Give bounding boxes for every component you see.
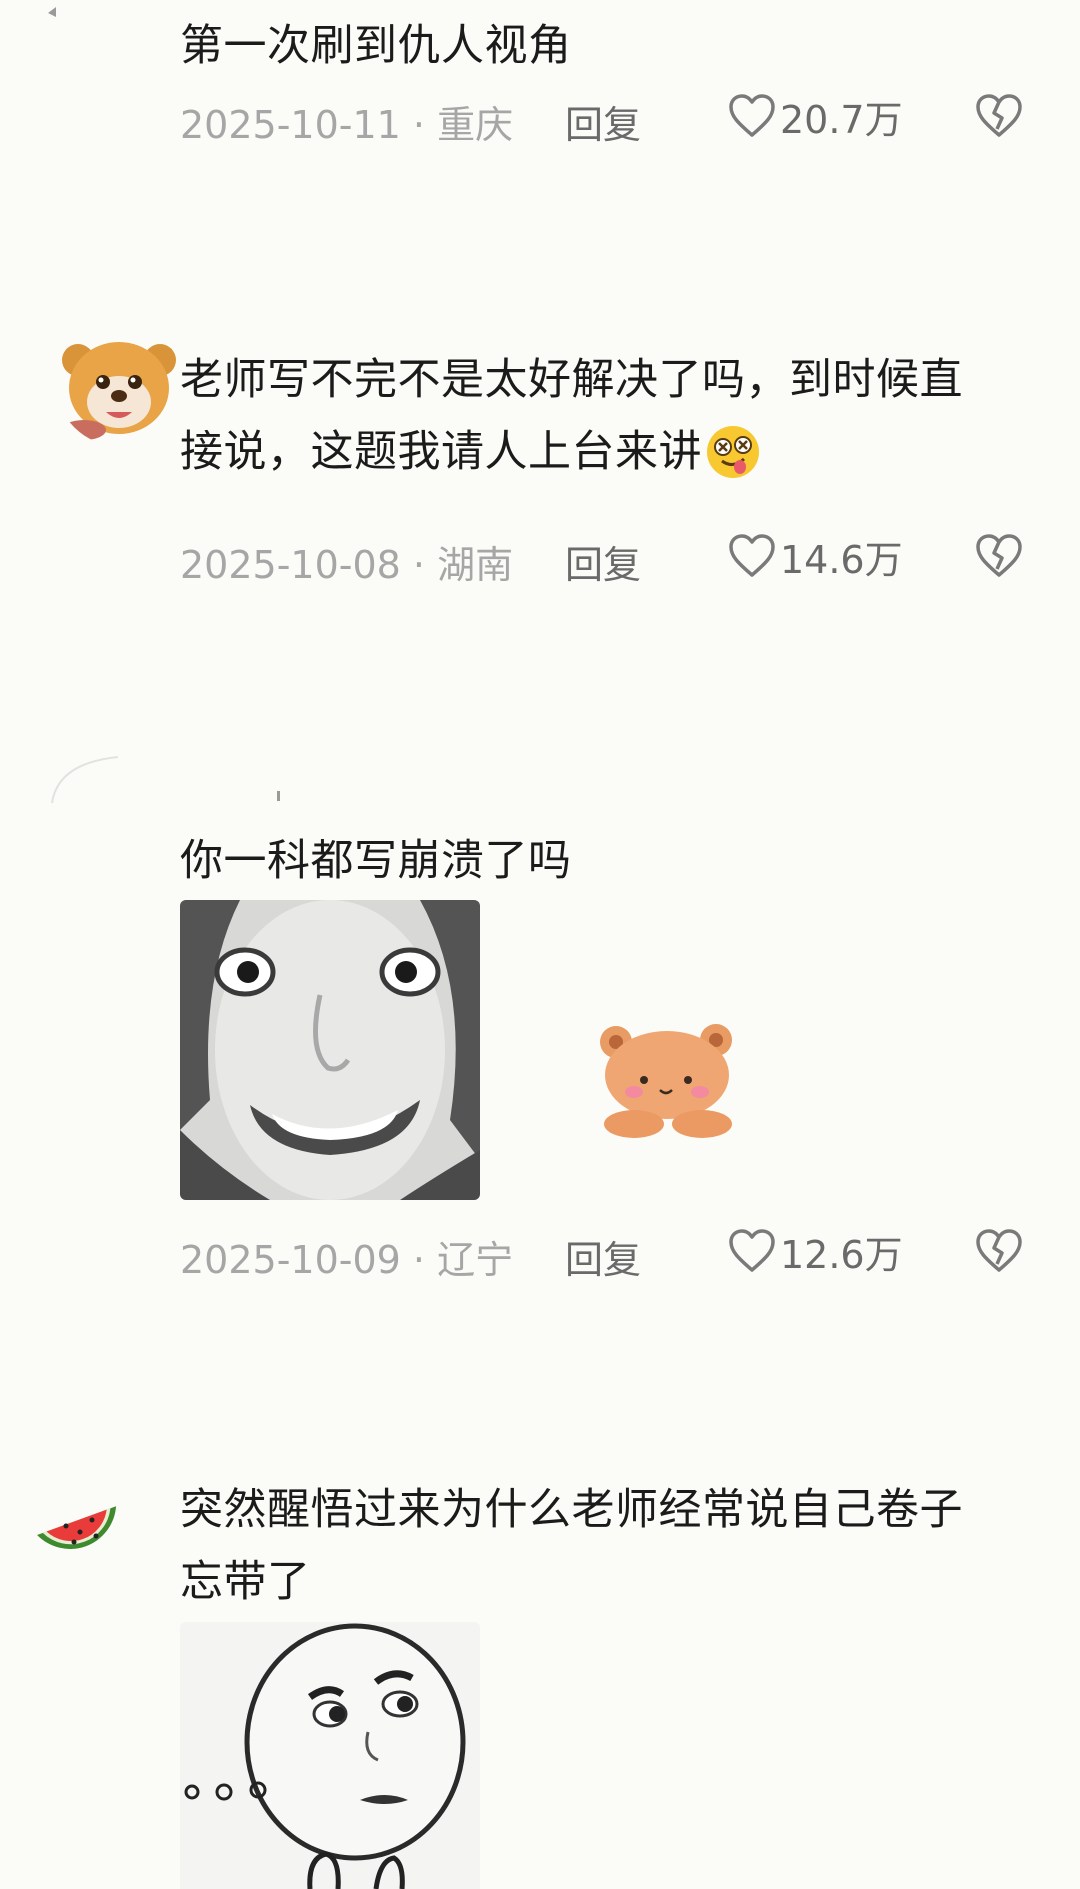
comment-text: 第一次刷到仇人视角 xyxy=(180,21,572,71)
avatar[interactable] xyxy=(48,755,128,805)
broken-heart-icon xyxy=(976,534,1022,577)
comment-text-line: 突然醒悟过来为什么老师经常说自己卷子 xyxy=(180,1485,963,1535)
bear-avatar-image xyxy=(62,342,176,440)
comment-text-line: 忘带了 xyxy=(180,1557,311,1607)
like-button[interactable]: 12.6万 xyxy=(728,1221,903,1281)
comment-text-line: 老师写不完不是太好解决了吗，到时候直 xyxy=(180,355,963,405)
comment-item: 你一科都写崩溃了吗 2025-10-09 · 辽宁 回复 12.6万 xyxy=(0,755,1080,1295)
dislike-button[interactable] xyxy=(975,93,1023,148)
comment-date-location: 2025-10-11 · 重庆 xyxy=(180,103,514,147)
divider xyxy=(277,791,280,801)
like-button[interactable]: 14.6万 xyxy=(728,526,903,586)
reply-button[interactable]: 回复 xyxy=(565,534,641,589)
comment-date-location: 2025-10-08 · 湖南 xyxy=(180,543,514,587)
comment-date-location: 2025-10-09 · 辽宁 xyxy=(180,1238,514,1282)
meme-sketch-sticker[interactable] xyxy=(180,1622,480,1889)
heart-outline-icon xyxy=(729,94,775,137)
heart-outline-icon xyxy=(729,1229,775,1272)
comment-text: 老师写不完不是太好解决了吗，到时候直 接说，这题我请人上台来讲 xyxy=(180,344,1020,488)
comment-item: 突然醒悟过来为什么老师经常说自己卷子 忘带了 xyxy=(0,1470,1080,1889)
comment-text-line: 接说，这题我请人上台来讲 xyxy=(180,416,1020,488)
watermelon-avatar-image xyxy=(37,1506,117,1549)
comment-item: 老师写不完不是太好解决了吗，到时候直 接说，这题我请人上台来讲 2025-10-… xyxy=(0,320,1080,600)
like-count: 20.7万 xyxy=(780,97,903,142)
comment-meta: 2025-10-11 · 重庆 回复 20.7万 xyxy=(180,86,1030,149)
broken-heart-icon xyxy=(976,94,1022,137)
bear-sticker[interactable] xyxy=(592,1020,744,1140)
meme-face-sticker[interactable] xyxy=(180,900,480,1200)
avatar[interactable] xyxy=(30,1480,130,1580)
like-count: 12.6万 xyxy=(780,1232,903,1277)
comment-meta: 2025-10-08 · 湖南 回复 14.6万 xyxy=(180,526,1030,589)
like-count: 14.6万 xyxy=(780,537,903,582)
avatar[interactable] xyxy=(44,4,74,18)
reply-button[interactable]: 回复 xyxy=(565,1229,641,1284)
reply-button[interactable]: 回复 xyxy=(565,94,641,149)
heart-outline-icon xyxy=(729,534,775,577)
like-button[interactable]: 20.7万 xyxy=(728,86,903,146)
comment-meta: 2025-10-09 · 辽宁 回复 12.6万 xyxy=(180,1221,1030,1284)
dislike-button[interactable] xyxy=(975,533,1023,588)
dislike-button[interactable] xyxy=(975,1228,1023,1283)
comment-item: 第一次刷到仇人视角 2025-10-11 · 重庆 回复 20.7万 xyxy=(0,0,1080,180)
comment-text: 突然醒悟过来为什么老师经常说自己卷子 忘带了 xyxy=(180,1474,1020,1618)
avatar[interactable] xyxy=(56,320,182,446)
broken-heart-icon xyxy=(976,1229,1022,1272)
comment-text: 你一科都写崩溃了吗 xyxy=(180,836,572,886)
dizzy-eyes-tongue-emoji xyxy=(707,426,759,478)
